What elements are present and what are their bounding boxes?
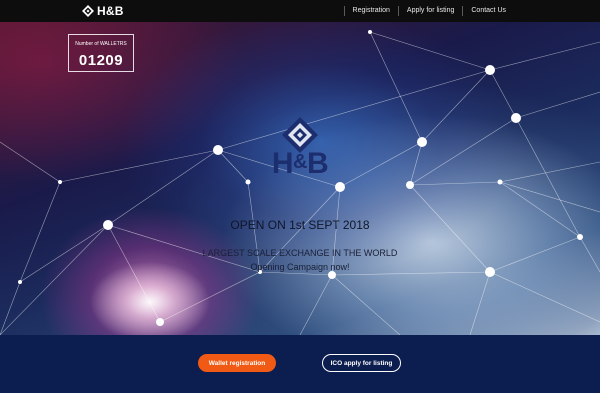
nav-contact-link[interactable]: Contact Us [462, 6, 514, 16]
wallet-registration-button[interactable]: Wallet registration [198, 354, 276, 372]
opening-date-heading: OPEN ON 1st SEPT 2018 [230, 218, 370, 232]
wallet-counter-value: 01209 [78, 52, 124, 69]
hero-banner: Number of WALLETRS 01209 H&B OPEN ON 1st… [0, 22, 600, 335]
hero-campaign-text: Opening Campaign now! [250, 262, 350, 272]
hero-logo-text: H&B [271, 147, 329, 180]
wallet-counter-label: Number of WALLETRS [75, 41, 127, 47]
top-navigation-bar: H&B Registration Apply for listing Conta… [0, 0, 600, 22]
ico-apply-listing-button[interactable]: ICO apply for listing [322, 354, 401, 372]
header-logo-text: H&B [97, 4, 124, 18]
nav-apply-listing-link[interactable]: Apply for listing [397, 6, 462, 16]
main-nav: Registration Apply for listing Contact U… [343, 0, 514, 22]
nav-registration-link[interactable]: Registration [343, 6, 398, 16]
hb-diamond-logo-icon [82, 5, 94, 17]
wallet-counter-box: Number of WALLETRS 01209 [68, 34, 134, 72]
header-logo[interactable]: H&B [82, 4, 124, 18]
cta-footer: Wallet registration ICO apply for listin… [0, 335, 600, 393]
hero-tagline: LARGEST SCALE EXCHANGE IN THE WORLD [202, 248, 398, 258]
hero-logo: H&B [260, 117, 340, 182]
page-bottom-margin [0, 393, 600, 409]
